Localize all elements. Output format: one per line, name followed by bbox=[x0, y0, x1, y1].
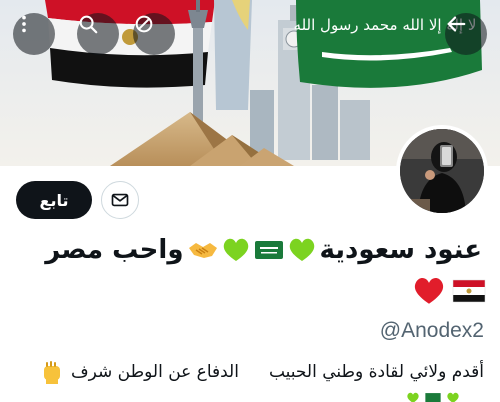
green-heart-icon bbox=[447, 392, 459, 402]
block-button[interactable] bbox=[133, 13, 175, 55]
display-name: عنود سعودية واحب مصر bbox=[45, 233, 482, 267]
green-heart-icon bbox=[407, 392, 419, 402]
display-name-tail: واحب مصر bbox=[45, 235, 184, 265]
follow-button[interactable]: تابع bbox=[16, 181, 92, 219]
bio-line2-emojis bbox=[406, 392, 460, 402]
egypt-flag-icon bbox=[452, 279, 486, 303]
display-name-text: عنود سعودية bbox=[319, 235, 483, 265]
more-button[interactable] bbox=[13, 13, 55, 55]
handshake-icon bbox=[188, 243, 217, 258]
saudi-flag-icon bbox=[425, 393, 441, 402]
more-vertical-icon bbox=[22, 15, 26, 33]
search-button[interactable] bbox=[77, 13, 119, 55]
search-icon bbox=[79, 15, 98, 34]
red-heart-icon bbox=[414, 277, 444, 304]
avatar[interactable] bbox=[396, 125, 488, 217]
bio-text-1: أقدم ولائي لقادة وطني الحبيب bbox=[268, 362, 484, 382]
message-button[interactable] bbox=[101, 181, 139, 219]
no-symbol-icon bbox=[135, 15, 153, 33]
profile-bio: أقدم ولائي لقادة وطني الحبيب الدفاع عن ا… bbox=[41, 360, 484, 384]
saudi-flag-icon bbox=[254, 241, 283, 259]
arrow-left-icon bbox=[447, 16, 466, 32]
profile-handle: @Anodex2 bbox=[379, 319, 484, 342]
green-heart-icon bbox=[223, 238, 248, 261]
bio-text-2: الدفاع عن الوطن شرف bbox=[70, 362, 239, 382]
mail-icon bbox=[111, 193, 129, 207]
green-heart-icon bbox=[289, 238, 314, 261]
avatar-image bbox=[400, 129, 484, 213]
display-name-line2 bbox=[412, 276, 486, 306]
back-button[interactable] bbox=[445, 13, 487, 55]
raised-fist-icon bbox=[43, 361, 60, 384]
